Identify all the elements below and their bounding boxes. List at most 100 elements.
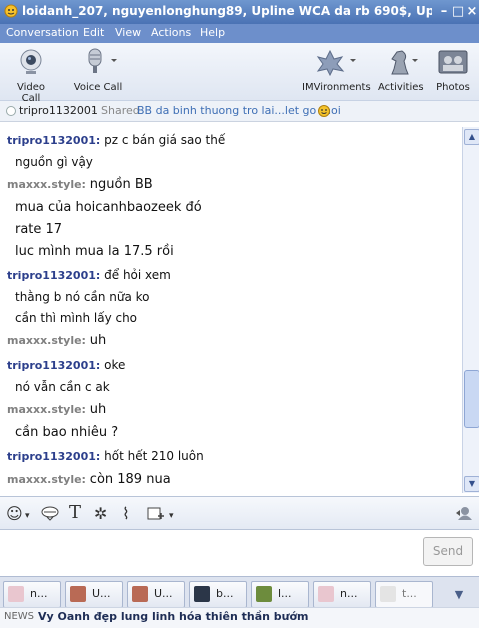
chat-message-continuation: rate 17 (15, 222, 63, 237)
tab-label: n... (30, 587, 48, 600)
nudge-icon[interactable]: ✲ (94, 504, 107, 523)
title-bar: loidanh_207, nguyenlonghung89, Upline WC… (0, 0, 479, 24)
video-call-button[interactable]: Video Call (8, 47, 54, 104)
status-separator: - (92, 104, 96, 117)
formatting-toolbar: ☺ ▾ T ✲ ⌇ ▾ (0, 496, 479, 529)
attach-file-icon[interactable]: ⌇ (122, 504, 130, 523)
insert-dropdown-icon[interactable]: ▾ (169, 511, 174, 521)
shared-status-link[interactable]: BB da binh thuong tro lai...let go thoi (137, 104, 341, 117)
message-text: hốt hết 210 luôn (104, 449, 204, 463)
messenger-icon (4, 4, 18, 18)
menu-bar: Conversation Edit View Actions Help (0, 24, 479, 43)
sender-name: maxxx.style: (7, 178, 86, 191)
webcam-icon (20, 49, 42, 74)
conversation-tabs: n... U... U... b... l... n... t... (0, 576, 479, 608)
chat-message-continuation: mua của hoicanhbaozeek đó (15, 200, 202, 215)
sender-name: tripro1132001: (7, 269, 101, 282)
chat-message-continuation: luc mình mua la 17.5 rồi (15, 244, 174, 259)
menu-view[interactable]: View (115, 26, 141, 39)
window-title: loidanh_207, nguyenlonghung89, Upline WC… (22, 4, 432, 18)
message-text: còn 189 nua (89, 472, 171, 487)
avatar (256, 586, 272, 602)
chat-message: tripro1132001: oke (7, 358, 125, 372)
chess-knight-icon (391, 50, 418, 75)
menu-actions[interactable]: Actions (151, 26, 191, 39)
contact-card-icon[interactable] (455, 505, 473, 521)
chat-message-continuation: thằng b nó cần nữa ko (15, 290, 150, 304)
activities-label: Activities (378, 82, 424, 93)
send-button[interactable]: Send (423, 537, 473, 566)
maximize-button[interactable]: □ (451, 5, 465, 19)
tab-label: b... (216, 587, 234, 600)
news-headline-link[interactable]: Vy Oanh đẹp lung linh hóa thiên thần bướ… (38, 610, 309, 623)
photos-button[interactable]: Photos (434, 47, 472, 93)
message-text: pz c bán giá sao thế (104, 133, 226, 147)
chat-message-continuation: cần thì mình lấy cho (15, 311, 138, 325)
close-button[interactable]: × (465, 5, 479, 19)
conversation-history: tripro1132001: pz c bán giá sao thế nguồ… (0, 127, 462, 493)
imvironments-label: IMVironments (302, 82, 371, 93)
menu-edit[interactable]: Edit (83, 26, 104, 39)
status-prefix: Shared (101, 104, 140, 117)
text-format-icon[interactable]: T (69, 502, 81, 523)
conversation-tab[interactable]: U... (127, 581, 185, 608)
chat-message-continuation: cần bao nhiêu ? (15, 425, 119, 440)
voice-call-label: Voice Call (73, 82, 123, 93)
menu-conversation[interactable]: Conversation (6, 26, 79, 39)
avatar (8, 586, 24, 602)
message-text: nguồn BB (89, 177, 153, 192)
avatar (194, 586, 210, 602)
conversation-tab[interactable]: n... (313, 581, 371, 608)
news-label: NEWS (4, 611, 35, 622)
tab-label: U... (92, 587, 111, 600)
message-text: để hỏi xem (104, 268, 171, 282)
tab-label: n... (340, 587, 358, 600)
chat-message: maxxx.style: uh (7, 333, 106, 348)
conversation-tab[interactable]: U... (65, 581, 123, 608)
photos-icon (438, 50, 468, 74)
tab-label: U... (154, 587, 173, 600)
conversation-tab[interactable]: b... (189, 581, 247, 608)
microphone-icon (88, 48, 117, 73)
message-text: uh (89, 402, 107, 417)
sender-name: maxxx.style: (7, 473, 86, 486)
scroll-down-button[interactable]: ▼ (464, 476, 479, 492)
chat-message: tripro1132001: pz c bán giá sao thế (7, 133, 225, 147)
scroll-up-button[interactable]: ▲ (464, 129, 479, 145)
sender-name: tripro1132001: (7, 450, 101, 463)
conversation-tab-active[interactable]: t... (375, 581, 433, 608)
smiley-icon (318, 105, 330, 117)
message-text: uh (89, 333, 107, 348)
avatar (132, 586, 148, 602)
chat-message: maxxx.style: còn 189 nua (7, 472, 171, 487)
emoticon-dropdown-icon[interactable]: ▾ (25, 511, 30, 521)
insert-icon[interactable] (147, 506, 165, 522)
sender-name: maxxx.style: (7, 403, 86, 416)
chat-message: tripro1132001: để hỏi xem (7, 268, 171, 282)
scroll-thumb[interactable] (464, 370, 479, 428)
message-input[interactable] (0, 529, 479, 574)
contact-status-line: tripro1132001 - Shared BB da binh thuong… (0, 101, 479, 122)
leaf-icon (316, 49, 356, 77)
activities-button[interactable]: Activities (378, 47, 424, 93)
message-text: oke (104, 358, 126, 372)
conversation-tab[interactable]: l... (251, 581, 309, 608)
contact-name[interactable]: tripro1132001 (19, 104, 98, 117)
chat-message-continuation: nó vẫn cần c ak (15, 380, 110, 394)
emoticon-icon[interactable]: ☺ (6, 504, 23, 523)
audible-icon[interactable] (40, 505, 60, 521)
photos-label: Photos (436, 82, 470, 93)
minimize-button[interactable]: – (437, 5, 451, 19)
chat-message: tripro1132001: hốt hết 210 luôn (7, 449, 204, 463)
tab-label: t... (402, 587, 417, 600)
menu-help[interactable]: Help (200, 26, 225, 39)
sender-name: tripro1132001: (7, 359, 101, 372)
voice-call-button[interactable]: Voice Call (70, 47, 126, 93)
chat-scrollbar[interactable]: ▲ ▼ (462, 127, 479, 493)
tab-menu-button[interactable]: ▼ (440, 584, 478, 606)
offline-status-icon (6, 106, 16, 116)
conversation-tab[interactable]: n... (3, 581, 61, 608)
imvironments-button[interactable]: IMVironments (302, 47, 371, 93)
sender-name: tripro1132001: (7, 134, 101, 147)
chat-message: maxxx.style: nguồn BB (7, 177, 153, 192)
